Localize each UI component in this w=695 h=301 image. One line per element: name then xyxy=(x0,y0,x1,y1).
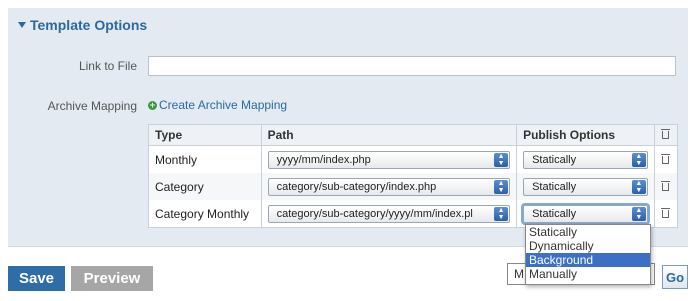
dropdown-option[interactable]: Statically xyxy=(526,225,650,239)
plus-circle-icon: + xyxy=(148,99,157,110)
path-select[interactable]: yyyy/mm/index.php ▲ ▼ xyxy=(267,150,511,169)
publish-select[interactable]: Statically ▲ ▼ xyxy=(523,177,648,196)
trash-icon[interactable] xyxy=(661,180,671,191)
col-publish: Publish Options xyxy=(516,124,655,146)
chevron-updown-icon: ▲ ▼ xyxy=(494,179,509,194)
template-options-panel: Template Options Link to File Archive Ma… xyxy=(8,8,688,247)
chevron-updown-icon: ▲ ▼ xyxy=(631,179,646,194)
dropdown-option[interactable]: Dynamically xyxy=(526,239,650,253)
section-toggle[interactable]: Template Options xyxy=(18,17,147,33)
path-select[interactable]: category/sub-category/index.php ▲ ▼ xyxy=(267,177,511,196)
chevron-updown-icon: ▲ ▼ xyxy=(494,152,509,167)
trash-icon xyxy=(661,128,671,139)
link-to-file-label: Link to File xyxy=(78,59,137,73)
table-row: Monthly yyyy/mm/index.php ▲ ▼ Statically ▲ ▼ xyxy=(148,145,679,173)
publish-select[interactable]: Statically ▲ ▼ xyxy=(523,150,648,169)
dropdown-option-highlighted[interactable]: Background xyxy=(526,253,650,267)
chevron-updown-icon: ▲ ▼ xyxy=(631,206,646,221)
archive-mapping-label: Archive Mapping xyxy=(47,99,137,113)
link-to-file-input[interactable] xyxy=(148,56,676,76)
row-type: Monthly xyxy=(148,145,262,173)
create-archive-mapping-link[interactable]: + Create Archive Mapping xyxy=(148,98,287,112)
chevron-updown-icon: ▲ ▼ xyxy=(631,152,646,167)
col-path: Path xyxy=(260,124,518,146)
table-header: Type Path Publish Options xyxy=(148,124,679,146)
create-link-label: Create Archive Mapping xyxy=(159,98,288,112)
path-select[interactable]: category/sub-category/yyyy/mm/index.pl ▲ ▼ xyxy=(267,204,511,223)
go-button[interactable]: Go xyxy=(662,265,688,289)
row-type: Category Monthly xyxy=(148,200,262,228)
trash-icon[interactable] xyxy=(661,207,671,218)
publish-select-open[interactable]: Statically ▲ ▼ xyxy=(523,204,648,223)
triangle-down-icon xyxy=(18,22,26,28)
archive-mapping-table: Type Path Publish Options Monthly yyyy/m… xyxy=(148,124,679,228)
section-title: Template Options xyxy=(30,17,148,33)
col-type: Type xyxy=(148,124,262,146)
col-delete xyxy=(653,124,679,146)
dropdown-option[interactable]: Manually xyxy=(526,267,650,281)
trash-icon[interactable] xyxy=(661,153,671,164)
row-type: Category xyxy=(148,173,262,200)
save-button[interactable]: Save xyxy=(8,266,65,291)
publish-options-dropdown: Statically Dynamically Background Manual… xyxy=(525,224,651,285)
table-row: Category category/sub-category/index.php… xyxy=(148,173,679,200)
chevron-updown-icon: ▲ ▼ xyxy=(494,206,509,221)
preview-button[interactable]: Preview xyxy=(71,266,153,291)
